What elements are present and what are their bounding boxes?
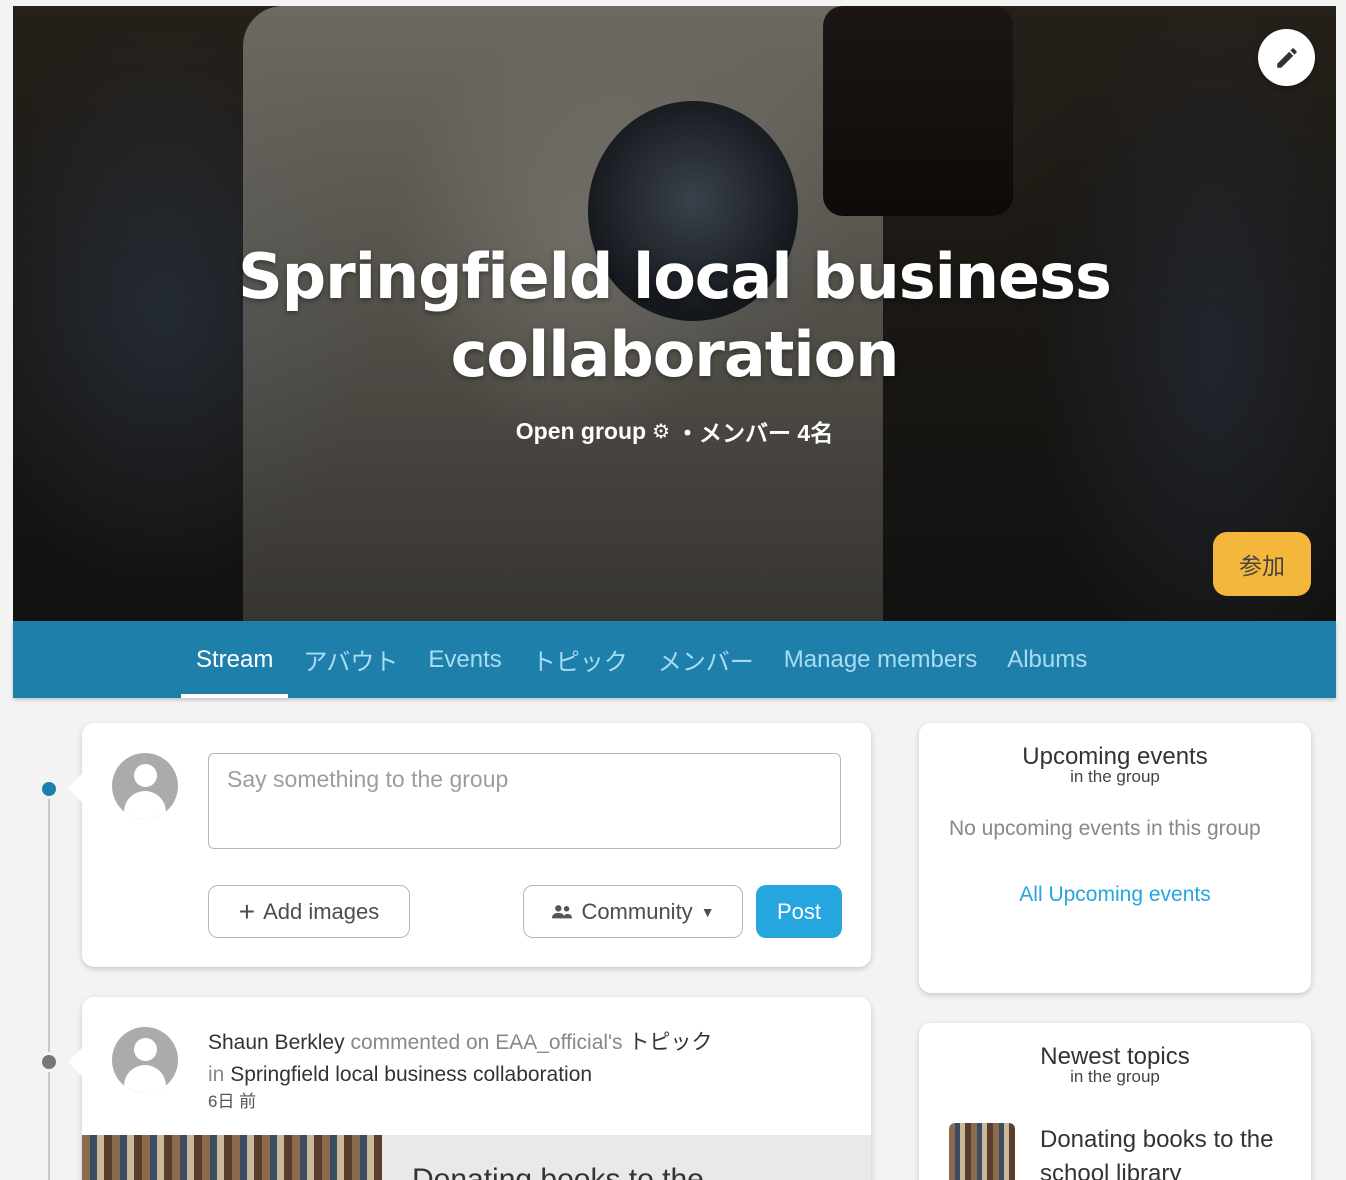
topic-preview-title: Donating books to the — [412, 1163, 704, 1180]
group-title-line2: collaboration — [450, 318, 900, 391]
group-title-line1: Springfield local business — [238, 240, 1112, 313]
group-tabs: Stream アバウト Events トピック メンバー Manage memb… — [13, 621, 1336, 698]
post-input[interactable]: Say something to the group — [208, 753, 841, 849]
group-type: Open group — [515, 417, 647, 444]
activity-card: Shaun Berkley commented on EAA_official'… — [82, 997, 871, 1180]
upcoming-events-block: Upcoming events in the group No upcoming… — [919, 723, 1311, 993]
member-count: ・メンバー 4名 — [676, 420, 834, 446]
tab-members[interactable]: メンバー — [643, 621, 769, 698]
hero-title-block: Springfield local business collaboration… — [13, 238, 1336, 448]
visibility-label: Community — [581, 898, 693, 924]
all-upcoming-events-link[interactable]: All Upcoming events — [949, 883, 1281, 907]
timeline-line — [48, 790, 50, 1180]
group-title: Springfield local business collaboration — [13, 238, 1336, 394]
newest-topics-subtitle: in the group — [1070, 1067, 1160, 1086]
post-button[interactable]: Post — [756, 885, 842, 938]
gear-icon: ⚙ — [652, 420, 671, 443]
activity-action: commented on — [350, 1031, 490, 1054]
join-button[interactable]: 参加 — [1213, 532, 1311, 596]
activity-meta: Shaun Berkley commented on EAA_official'… — [208, 1027, 712, 1113]
edit-group-button[interactable] — [1258, 29, 1315, 86]
timeline-dot-active — [39, 779, 59, 799]
author-link[interactable]: Shaun Berkley — [208, 1031, 345, 1054]
tab-about[interactable]: アバウト — [288, 621, 413, 698]
timeline-dot — [39, 1052, 59, 1072]
newest-topic-link[interactable]: Donating books to the school library — [1040, 1123, 1280, 1180]
tab-topics[interactable]: トピック — [517, 621, 643, 698]
topic-link[interactable]: トピック — [628, 1031, 712, 1054]
tab-albums[interactable]: Albums — [992, 621, 1102, 698]
newest-topics-block: Newest topics in the group Donating book… — [919, 1023, 1311, 1180]
post-timestamp: 6日 前 — [208, 1092, 257, 1111]
no-events-text: No upcoming events in this group — [949, 817, 1261, 840]
hero-image-jar — [823, 6, 1013, 216]
group-hero: Springfield local business collaboration… — [13, 6, 1336, 621]
card-pointer — [67, 773, 97, 803]
pencil-icon — [1276, 47, 1297, 68]
topic-preview[interactable]: Donating books to the — [382, 1135, 871, 1180]
plus-icon: + — [238, 895, 256, 927]
post-composer: Say something to the group + Add images … — [67, 723, 871, 967]
in-word: in — [208, 1063, 225, 1086]
avatar — [112, 753, 178, 819]
group-link[interactable]: Springfield local business collaboration — [230, 1063, 592, 1086]
visibility-dropdown[interactable]: Community ▼ — [523, 885, 743, 938]
avatar — [112, 1027, 178, 1093]
topic-thumbnail[interactable] — [949, 1123, 1015, 1180]
tab-manage-members[interactable]: Manage members — [769, 621, 992, 698]
topic-image[interactable] — [82, 1135, 382, 1180]
upcoming-events-subtitle: in the group — [1070, 767, 1160, 786]
caret-down-icon: ▼ — [700, 903, 715, 920]
owner-name: EAA_official's — [495, 1031, 623, 1054]
add-images-button[interactable]: + Add images — [208, 885, 410, 938]
people-icon — [552, 904, 573, 918]
tab-stream[interactable]: Stream — [181, 621, 289, 698]
add-images-label: Add images — [263, 898, 380, 924]
group-subtitle: Open group ⚙ ・メンバー 4名 — [516, 414, 833, 448]
tab-events[interactable]: Events — [413, 621, 516, 698]
